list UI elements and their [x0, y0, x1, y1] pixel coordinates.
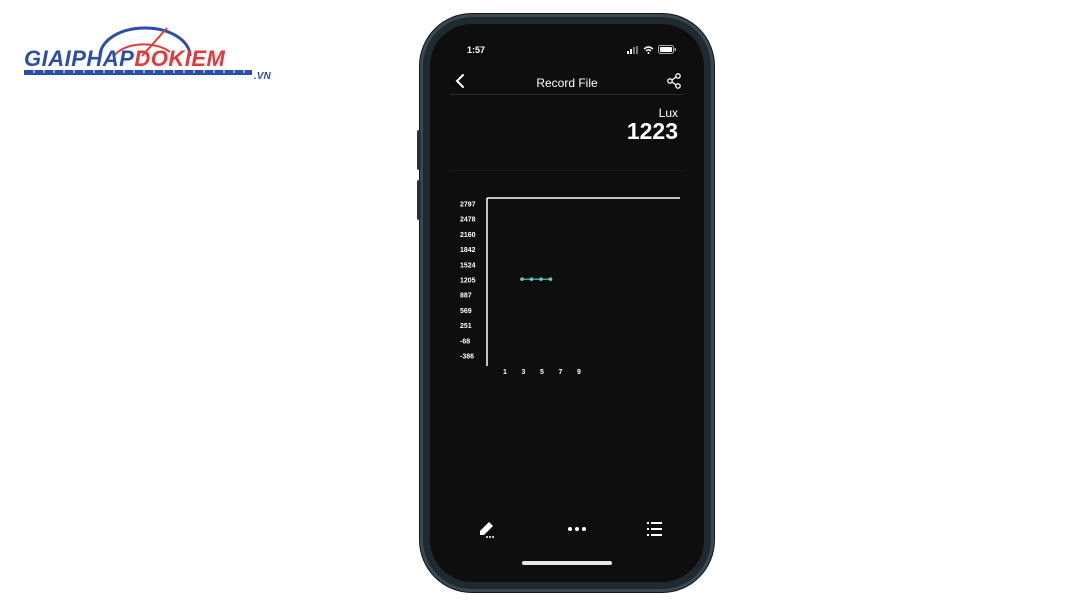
- more-dots-icon[interactable]: [566, 518, 588, 540]
- share-icon[interactable]: [666, 73, 682, 89]
- bottom-toolbar: [430, 518, 704, 548]
- y-tick-label: -386: [460, 354, 474, 361]
- pencil-icon[interactable]: [476, 518, 498, 540]
- data-point: [539, 277, 543, 281]
- y-tick-label: 1842: [460, 247, 476, 254]
- data-point: [520, 277, 524, 281]
- home-indicator[interactable]: [522, 561, 612, 565]
- battery-icon: [658, 45, 676, 54]
- y-tick-label: 1205: [460, 278, 476, 285]
- brand-wordmark: GIAIPHAPDOKIEM: [24, 46, 226, 71]
- wifi-icon: [643, 45, 654, 54]
- page-title: Record File: [536, 76, 598, 90]
- y-tick-label: 887: [460, 293, 472, 300]
- nav-divider: [450, 94, 684, 95]
- y-tick-label: 569: [460, 308, 472, 315]
- data-point: [548, 277, 553, 281]
- y-tick-label: 251: [460, 323, 472, 330]
- brand-logo: GIAIPHAPDOKIEM .VN: [22, 22, 292, 82]
- x-tick-label: 1: [503, 369, 507, 376]
- y-tick-label: 2160: [460, 232, 476, 239]
- y-tick-label: 2478: [460, 217, 476, 224]
- lux-chart: 2797 2478 2160 1842 1524 1205 887 569 251 -68 -386…: [460, 197, 680, 376]
- phone-volume-button: [417, 130, 421, 170]
- status-icons: [627, 45, 676, 54]
- y-tick-label: 1524: [460, 262, 476, 269]
- x-tick-label: 5: [540, 369, 544, 376]
- nav-bar: Record File: [430, 68, 704, 94]
- logo-ruler-icon: [24, 70, 252, 75]
- reading-value: 1223: [626, 118, 678, 144]
- data-point: [529, 277, 534, 281]
- phone-screen: 1:57 Record File Lux 1223 2797 2478 2160…: [430, 24, 704, 582]
- y-tick-label: -68: [460, 338, 470, 345]
- status-bar: 1:57: [430, 24, 704, 55]
- signal-icon: [627, 45, 638, 54]
- brand-suffix: .VN: [254, 71, 271, 82]
- section-divider: [450, 170, 684, 171]
- status-time: 1:57: [467, 45, 486, 55]
- x-tick-label: 3: [522, 369, 526, 376]
- x-tick-label: 9: [577, 369, 581, 376]
- x-tick-label: 7: [559, 369, 563, 376]
- y-tick-label: 2797: [460, 202, 476, 209]
- phone-volume-button: [417, 180, 421, 220]
- list-icon[interactable]: [644, 518, 666, 540]
